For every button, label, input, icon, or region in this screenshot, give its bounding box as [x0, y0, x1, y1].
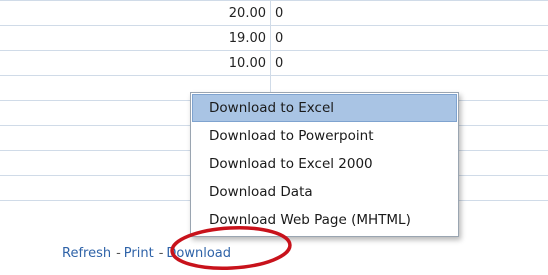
refresh-link[interactable]: Refresh — [62, 246, 111, 261]
value-cell: 10.00 — [228, 56, 266, 71]
value-cell: 19.00 — [228, 31, 266, 46]
report-links: Refresh - Print - Download — [62, 246, 231, 261]
menu-item-download-to-powerpoint[interactable]: Download to Powerpoint — [192, 122, 457, 150]
table-row: 10.00 0 — [0, 51, 548, 76]
menu-item-download-to-excel-2000[interactable]: Download to Excel 2000 — [192, 150, 457, 178]
download-menu: Download to Excel Download to Powerpoint… — [190, 92, 459, 237]
column-divider — [270, 51, 271, 75]
table-row: 19.00 0 — [0, 26, 548, 51]
print-link[interactable]: Print — [124, 246, 154, 261]
menu-item-download-web-page[interactable]: Download Web Page (MHTML) — [192, 206, 457, 234]
count-cell: 0 — [275, 56, 284, 71]
menu-item-download-to-excel[interactable]: Download to Excel — [192, 94, 457, 122]
report-view: 20.00 0 19.00 0 10.00 0 Download to Exce… — [0, 0, 548, 275]
menu-item-download-data[interactable]: Download Data — [192, 178, 457, 206]
link-separator: - — [116, 246, 121, 261]
count-cell: 0 — [275, 6, 284, 21]
count-cell: 0 — [275, 31, 284, 46]
download-link[interactable]: Download — [166, 246, 231, 261]
column-divider — [270, 26, 271, 50]
link-separator: - — [158, 246, 164, 261]
table-row: 20.00 0 — [0, 1, 548, 26]
column-divider — [270, 1, 271, 25]
value-cell: 20.00 — [228, 6, 266, 21]
